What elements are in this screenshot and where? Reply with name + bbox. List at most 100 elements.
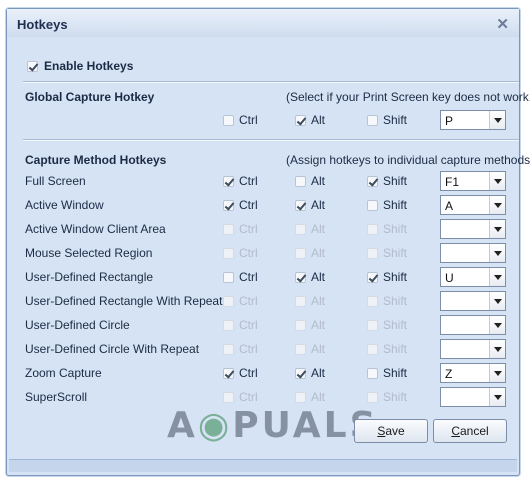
shift-label: Shift	[383, 318, 408, 332]
separator	[23, 81, 519, 83]
shift-label: Shift	[383, 342, 408, 356]
alt-label: Alt	[311, 246, 326, 260]
shift-checkbox[interactable]	[367, 296, 378, 307]
ctrl-label: Ctrl	[239, 294, 258, 308]
alt-checkbox[interactable]	[295, 392, 306, 403]
ctrl-label: Ctrl	[239, 270, 258, 284]
alt-checkbox[interactable]	[295, 368, 306, 379]
ctrl-label: Ctrl	[239, 366, 258, 380]
shift-checkbox[interactable]	[367, 344, 378, 355]
shift-checkbox[interactable]	[367, 200, 378, 211]
key-select[interactable]	[440, 219, 506, 239]
shift-checkbox[interactable]	[367, 224, 378, 235]
ctrl-checkbox[interactable]	[223, 296, 234, 307]
global-shift-checkbox[interactable]	[367, 115, 378, 126]
alt-label: Alt	[311, 174, 326, 188]
ctrl-label: Ctrl	[239, 222, 258, 236]
close-icon[interactable]: ✕	[496, 15, 509, 33]
shift-checkbox[interactable]	[367, 368, 378, 379]
key-select[interactable]: F1	[440, 171, 506, 191]
shift-checkbox[interactable]	[367, 248, 378, 259]
ctrl-checkbox[interactable]	[223, 176, 234, 187]
chevron-down-icon[interactable]	[489, 388, 505, 406]
capture-method-name: User-Defined Circle	[25, 318, 130, 332]
key-select[interactable]: A	[440, 195, 506, 215]
key-value: F1	[445, 175, 460, 189]
alt-label: Alt	[311, 294, 326, 308]
alt-checkbox[interactable]	[295, 272, 306, 283]
alt-label: Alt	[311, 198, 326, 212]
alt-checkbox[interactable]	[295, 224, 306, 235]
ctrl-checkbox[interactable]	[223, 392, 234, 403]
chevron-down-icon[interactable]	[489, 268, 505, 286]
alt-checkbox[interactable]	[295, 344, 306, 355]
ctrl-checkbox[interactable]	[223, 320, 234, 331]
alt-checkbox[interactable]	[295, 296, 306, 307]
chevron-down-icon[interactable]	[489, 364, 505, 382]
key-value: A	[445, 199, 454, 213]
enable-hotkeys-checkbox[interactable]	[27, 61, 38, 72]
chevron-down-icon[interactable]	[489, 111, 505, 129]
capture-method-hint: (Assign hotkeys to individual capture me…	[286, 153, 530, 167]
separator	[23, 139, 519, 141]
capture-method-name: Full Screen	[25, 174, 86, 188]
ctrl-checkbox[interactable]	[223, 272, 234, 283]
shift-label: Shift	[383, 366, 408, 380]
ctrl-checkbox[interactable]	[223, 368, 234, 379]
global-ctrl-checkbox[interactable]	[223, 115, 234, 126]
title-bar[interactable]: Hotkeys ✕	[7, 9, 519, 37]
ctrl-checkbox[interactable]	[223, 248, 234, 259]
key-select[interactable]	[440, 387, 506, 407]
chevron-down-icon[interactable]	[489, 220, 505, 238]
shift-label: Shift	[383, 198, 408, 212]
alt-checkbox[interactable]	[295, 200, 306, 211]
chevron-down-icon[interactable]	[489, 172, 505, 190]
cancel-button[interactable]: Cancel	[433, 419, 507, 443]
shift-checkbox[interactable]	[367, 392, 378, 403]
chevron-down-icon[interactable]	[489, 292, 505, 310]
chevron-down-icon[interactable]	[489, 340, 505, 358]
ctrl-label: Ctrl	[239, 390, 258, 404]
save-button[interactable]: Save	[354, 419, 428, 443]
key-select[interactable]	[440, 339, 506, 359]
alt-label: Alt	[311, 390, 326, 404]
global-key-select[interactable]: P	[440, 110, 506, 130]
chevron-down-icon[interactable]	[489, 196, 505, 214]
shift-checkbox[interactable]	[367, 272, 378, 283]
alt-checkbox[interactable]	[295, 248, 306, 259]
capture-method-name: User-Defined Rectangle With Repeat	[25, 294, 223, 308]
dialog-title: Hotkeys	[17, 17, 68, 32]
enable-hotkeys-label: Enable Hotkeys	[44, 59, 134, 73]
ctrl-label: Ctrl	[239, 246, 258, 260]
key-value: Z	[445, 367, 453, 381]
ctrl-label: Ctrl	[239, 318, 258, 332]
global-alt-checkbox[interactable]	[295, 115, 306, 126]
shift-checkbox[interactable]	[367, 176, 378, 187]
shift-label: Shift	[383, 222, 408, 236]
capture-method-heading: Capture Method Hotkeys	[25, 153, 167, 167]
global-shift-label: Shift	[383, 113, 408, 127]
shift-label: Shift	[383, 270, 408, 284]
alt-label: Alt	[311, 318, 326, 332]
global-alt-label: Alt	[311, 113, 326, 127]
shift-checkbox[interactable]	[367, 320, 378, 331]
alt-checkbox[interactable]	[295, 320, 306, 331]
ctrl-checkbox[interactable]	[223, 224, 234, 235]
alt-checkbox[interactable]	[295, 176, 306, 187]
key-select[interactable]: Z	[440, 363, 506, 383]
cancel-label-rest: ancel	[459, 424, 489, 438]
key-select[interactable]	[440, 243, 506, 263]
chevron-down-icon[interactable]	[489, 316, 505, 334]
key-select[interactable]	[440, 291, 506, 311]
key-select[interactable]: U	[440, 267, 506, 287]
global-capture-heading: Global Capture Hotkey	[25, 90, 155, 104]
watermark-logo: A◉PUALS	[167, 405, 379, 446]
ctrl-checkbox[interactable]	[223, 200, 234, 211]
capture-method-name: Zoom Capture	[25, 366, 102, 380]
shift-label: Shift	[383, 294, 408, 308]
ctrl-checkbox[interactable]	[223, 344, 234, 355]
capture-method-name: Active Window Client Area	[25, 222, 166, 236]
chevron-down-icon[interactable]	[489, 244, 505, 262]
key-select[interactable]	[440, 315, 506, 335]
capture-method-name: User-Defined Rectangle	[25, 270, 154, 284]
